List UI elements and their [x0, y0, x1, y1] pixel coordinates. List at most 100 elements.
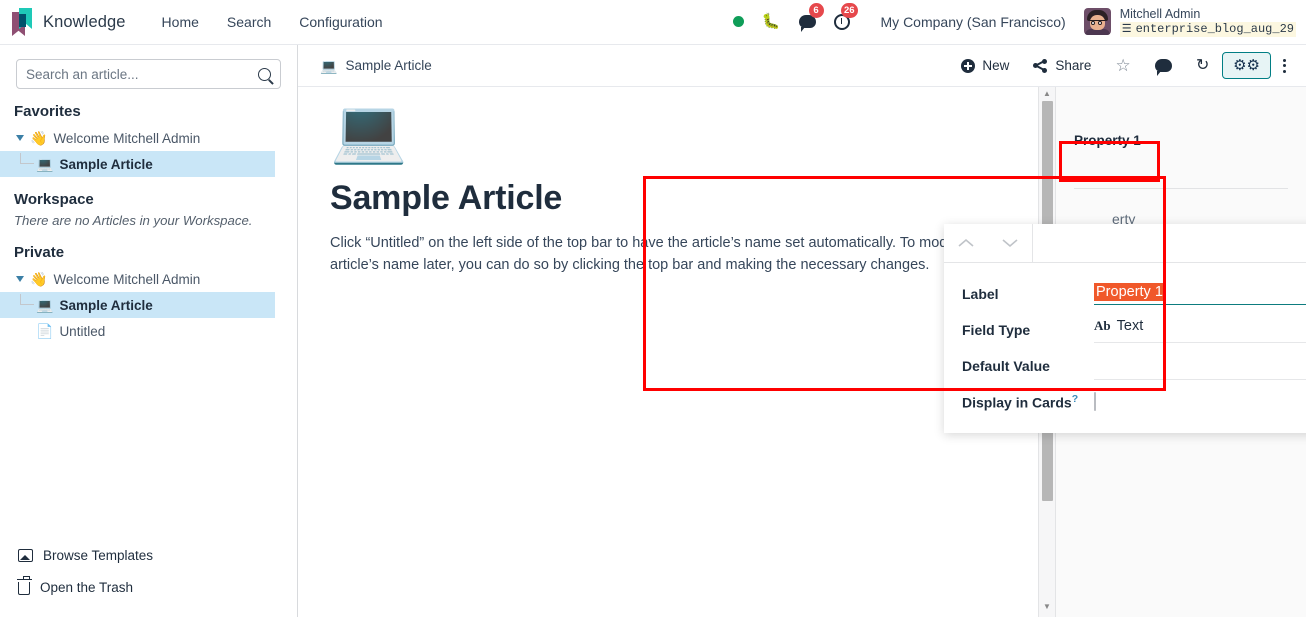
plus-circle-icon [961, 58, 976, 73]
app-brand[interactable]: Knowledge [12, 7, 126, 37]
open-trash-button[interactable]: Open the Trash [16, 571, 297, 603]
main-panel: 💻 Sample Article New Share ☆ ↺ ⚙⚙ 💻 Samp… [298, 45, 1306, 617]
laptop-emoji-icon: 💻 [36, 156, 54, 172]
tree-item-label: Sample Article [59, 297, 153, 313]
chevron-up-icon [958, 238, 974, 247]
favorites-tree: 👋 Welcome Mitchell Admin 💻 Sample Articl… [0, 125, 297, 177]
popup-nav-buttons [944, 224, 1033, 262]
sidebar-search [0, 59, 297, 89]
messages-icon[interactable]: 6 [790, 2, 825, 36]
menu-item-search[interactable]: Search [213, 8, 285, 36]
favorite-button[interactable]: ☆ [1104, 52, 1141, 79]
database-indicator: ☰ enterprise_blog_aug_29 [1119, 22, 1296, 37]
toolbar-actions: New Share ☆ ↺ ⚙⚙ [950, 52, 1296, 80]
user-menu[interactable]: Mitchell Admin ☰ enterprise_blog_aug_29 [1080, 7, 1296, 37]
sidebar: Favorites 👋 Welcome Mitchell Admin 💻 Sam… [0, 45, 298, 617]
tree-item-label: Welcome Mitchell Admin [53, 271, 201, 287]
company-switcher[interactable]: My Company (San Francisco) [859, 14, 1080, 30]
field-type-caption: Field Type [962, 322, 1031, 338]
database-name: enterprise_blog_aug_29 [1135, 22, 1294, 37]
avatar [1083, 8, 1111, 36]
field-type-value: Text [1116, 317, 1144, 334]
tree-item-label: Welcome Mitchell Admin [53, 130, 201, 146]
history-button[interactable]: ↺ [1185, 53, 1220, 79]
comments-button[interactable] [1144, 54, 1183, 77]
article-body-text[interactable]: Click “Untitled” on the left side of the… [330, 232, 998, 277]
article-toolbar: 💻 Sample Article New Share ☆ ↺ ⚙⚙ [298, 45, 1306, 87]
tree-connector [20, 153, 34, 164]
scroll-down-arrow-icon[interactable]: ▼ [1043, 600, 1051, 614]
properties-button[interactable]: ⚙⚙ [1222, 52, 1271, 79]
popup-header: Delete [944, 224, 1306, 263]
label-input-value[interactable]: Property 1 [1094, 283, 1165, 301]
popup-body: Label Property 1 Field Type Ab Text Defa… [944, 263, 1306, 420]
laptop-emoji-icon: 💻 [36, 297, 54, 313]
label-field-caption: Label [962, 286, 999, 302]
default-value-input[interactable] [1094, 353, 1306, 380]
activities-icon[interactable]: 26 [825, 2, 859, 36]
sidebar-footer: Browse Templates Open the Trash [0, 539, 297, 617]
display-in-cards-control [1094, 392, 1306, 411]
document-emoji-icon: 📄 [36, 323, 54, 339]
tree-item-label: Untitled [59, 323, 106, 339]
section-title-workspace: Workspace [14, 191, 94, 208]
star-icon: ☆ [1115, 56, 1131, 75]
field-type-select[interactable]: Ab Text [1094, 318, 1306, 343]
caret-down-icon[interactable] [16, 135, 24, 141]
field-row-label: Label Property 1 [962, 276, 1306, 312]
share-icon [1033, 58, 1048, 73]
move-down-button[interactable] [988, 224, 1032, 262]
browse-templates-label: Browse Templates [43, 547, 154, 563]
tree-item-welcome-mitchell-admin-fav[interactable]: 👋 Welcome Mitchell Admin [0, 125, 297, 151]
wave-emoji-icon: 👋 [30, 130, 48, 146]
default-value-text [1094, 353, 1098, 370]
browse-templates-button[interactable]: Browse Templates [18, 539, 297, 571]
tree-item-untitled[interactable]: 📄 Untitled [0, 318, 297, 344]
tree-item-sample-article-priv[interactable]: 💻 Sample Article [0, 292, 275, 318]
gears-icon: ⚙⚙ [1233, 57, 1260, 74]
app-name: Knowledge [43, 12, 126, 31]
property-name-label[interactable]: Property 1 [1074, 133, 1288, 148]
tree-item-sample-article-fav[interactable]: 💻 Sample Article [0, 151, 275, 177]
page-title[interactable]: Sample Article [330, 179, 998, 218]
open-trash-label: Open the Trash [40, 579, 134, 595]
trash-icon [16, 575, 32, 595]
label-input-wrapper[interactable]: Property 1 [1094, 283, 1306, 305]
main-menu: Home Search Configuration [148, 8, 397, 36]
search-box[interactable] [16, 59, 281, 89]
workspace-empty-note: There are no Articles in your Workspace. [14, 213, 253, 228]
property-definition-popup: Delete Label Property 1 Field Type Ab [944, 224, 1306, 433]
display-in-cards-checkbox[interactable] [1094, 392, 1096, 411]
scroll-up-arrow-icon[interactable]: ▲ [1043, 87, 1051, 101]
activities-badge: 26 [840, 2, 858, 18]
help-icon[interactable]: ? [1072, 393, 1078, 405]
menu-item-home[interactable]: Home [148, 8, 213, 36]
page-layout: Favorites 👋 Welcome Mitchell Admin 💻 Sam… [0, 45, 1306, 617]
new-button[interactable]: New [950, 53, 1020, 78]
online-status-icon[interactable] [724, 8, 753, 36]
default-value-caption: Default Value [962, 358, 1050, 374]
systray: 🐛 6 26 My Company (San Francisco) Mitche… [724, 2, 1296, 37]
user-name: Mitchell Admin [1119, 7, 1201, 22]
history-icon: ↺ [1195, 56, 1210, 74]
share-button[interactable]: Share [1022, 53, 1102, 78]
breadcrumb[interactable]: 💻 Sample Article [320, 58, 432, 73]
caret-down-icon[interactable] [16, 276, 24, 282]
tree-item-label: Sample Article [59, 156, 153, 172]
display-in-cards-caption: Display in Cards? [962, 393, 1094, 411]
move-up-button[interactable] [944, 224, 988, 262]
section-title-private: Private [14, 244, 65, 261]
search-input[interactable] [26, 66, 258, 82]
tree-item-welcome-mitchell-admin-priv[interactable]: 👋 Welcome Mitchell Admin [0, 266, 297, 292]
field-row-default-value: Default Value [962, 348, 1306, 384]
bug-icon[interactable]: 🐛 [753, 8, 790, 36]
comment-icon [1154, 59, 1172, 76]
more-options-button[interactable] [1273, 52, 1296, 80]
search-icon[interactable] [258, 67, 271, 81]
database-icon: ☰ [1121, 22, 1132, 35]
breadcrumb-label: Sample Article [345, 58, 432, 73]
laptop-emoji-icon: 💻 [320, 57, 338, 74]
menu-item-configuration[interactable]: Configuration [285, 8, 396, 36]
messages-badge: 6 [808, 2, 824, 18]
new-label: New [982, 58, 1010, 73]
